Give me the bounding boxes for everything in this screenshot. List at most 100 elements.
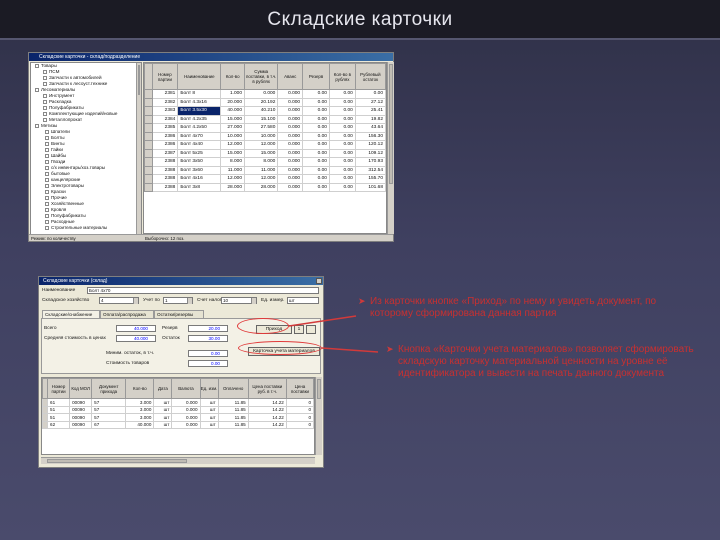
column-header[interactable]: Рублевый остаток [354,63,386,90]
table-row[interactable]: 2383 Болт 3.5х30 40.000 40.210 0.000 0.00 0.00… [144,106,386,116]
subaccount-select[interactable]: 10 [221,297,257,304]
last-field[interactable]: 0.00 [188,360,228,367]
expand-icon[interactable] [35,123,39,128]
row-marker[interactable] [144,114,153,124]
table-row[interactable]: 2382 Болт 4.3х16 20.000 20.192 0.000 0.00 0.00… [144,97,386,107]
row-marker[interactable] [144,106,153,116]
small-button-2[interactable] [306,325,316,334]
row-marker[interactable] [144,165,153,175]
row-marker[interactable] [144,89,153,99]
expand-icon[interactable] [45,171,49,176]
subdiv-select[interactable]: 4 [99,297,139,304]
expand-icon[interactable] [45,219,49,224]
table-row[interactable]: 2387 Болт 5х25 15.000 15.000 0.000 0.00 0.00 10… [144,148,386,158]
table-row[interactable]: 2385 Болт 4.2х50 27.000 27.580 0.000 0.00 0.00… [144,123,386,133]
expand-icon[interactable] [45,147,49,152]
expand-icon[interactable] [43,93,47,98]
table-row[interactable]: 2386 Болт 4х40 12.000 12.000 0.000 0.00 0.00 12… [144,140,386,150]
chevron-down-icon[interactable] [133,298,138,304]
column-header[interactable]: Документ прихода [91,378,127,399]
column-header[interactable]: Цена поставки руб. в т.ч. [247,378,287,399]
column-header[interactable]: Валюта [171,378,201,399]
unit-field[interactable]: шт [287,297,319,304]
column-header[interactable]: Наименование [177,63,222,90]
small-button[interactable]: 1 [294,325,304,334]
expand-icon[interactable] [35,63,39,68]
expand-icon[interactable] [35,87,39,92]
tab-balances[interactable]: Остатки/резервы [154,310,204,318]
chevron-down-icon[interactable] [187,298,192,304]
column-header[interactable]: Резерв [302,63,330,90]
expand-icon[interactable] [43,99,47,104]
category-tree[interactable]: Товары ПСМ Запчасти к автомобилей Запчасти … [30,62,142,236]
expand-icon[interactable] [45,189,49,194]
close-icon[interactable] [316,278,322,284]
row-marker[interactable] [144,131,153,141]
expand-icon[interactable] [45,225,49,230]
min-field[interactable]: 0.00 [188,350,228,357]
column-header[interactable]: Дата [153,378,173,399]
table-scrollbar[interactable] [387,62,394,234]
table-row[interactable]: 61 00090 57 3.000 шт 0.000 шт 11.85 14.22 0 [42,398,314,407]
table-row[interactable]: 2388 Болт 4х16 12.000 12.000 0.000 0.00 0.00 15… [144,174,386,184]
table-row[interactable]: 2384 Болт 4.2х35 15.000 15.100 0.000 0.00 0.00… [144,114,386,124]
table-row[interactable]: 62 00090 67 40.000 шт 0.000 шт 11.85 14.22 0 [42,420,314,429]
name-field[interactable]: Болт 4х70 [87,287,319,294]
sum-field[interactable]: 30.00 [188,335,228,342]
table-row[interactable]: 51 00090 57 3.000 шт 0.000 шт 11.85 14.22 0 [42,405,314,414]
column-header[interactable]: Код МОЛ [69,378,93,399]
horizontal-scrollbar[interactable] [41,457,315,464]
account-select[interactable]: 1 [163,297,193,304]
expand-icon[interactable] [45,195,49,200]
expand-icon[interactable] [45,159,49,164]
expand-icon[interactable] [43,69,47,74]
column-header[interactable]: Оплачено [217,378,249,399]
expand-icon[interactable] [45,135,49,140]
reserve-field[interactable]: 20.00 [188,325,228,332]
total-field[interactable]: 40.000 [116,325,156,332]
expand-icon[interactable] [43,111,47,116]
column-header[interactable]: Цена поставки [285,378,314,399]
row-marker[interactable] [144,174,153,184]
expand-icon[interactable] [45,165,49,170]
expand-icon[interactable] [45,201,49,206]
table-row[interactable]: 2381 Болт 8 1.000 0.000 0.000 0.00 0.00 0.00 [144,89,386,99]
table-row[interactable]: 2388 Болт 3х8 28.000 28.000 0.000 0.00 0.00 101… [144,182,386,192]
expand-icon[interactable] [45,183,49,188]
expand-icon[interactable] [43,81,47,86]
tree-scrollbar[interactable] [136,63,141,235]
expand-icon[interactable] [43,117,47,122]
avg-field[interactable]: 40.000 [116,335,156,342]
table-row[interactable]: 2388 Болт 3х60 11.000 11.000 0.000 0.00 0.00 31… [144,165,386,175]
row-marker[interactable] [144,140,153,150]
row-marker[interactable] [144,157,153,167]
expand-icon[interactable] [45,207,49,212]
table-row[interactable]: 2386 Болт 4х70 10.000 10.000 0.000 0.00 0.00 15… [144,131,386,141]
expand-icon[interactable] [45,141,49,146]
table-row[interactable]: 2388 Болт 3х50 8.000 8.000 0.000 0.00 0.00 170.… [144,157,386,167]
expand-icon[interactable] [43,105,47,110]
expand-icon[interactable] [45,153,49,158]
row-marker[interactable] [144,97,153,107]
table-row[interactable]: 51 00090 57 3.000 шт 0.000 шт 11.85 14.22 0 [42,413,314,422]
column-header[interactable]: Кол-во [220,63,246,90]
row-marker[interactable] [144,148,153,158]
column-header[interactable]: Аванс [277,63,304,90]
chevron-down-icon[interactable] [251,298,256,304]
column-header[interactable]: Номер партии [47,378,71,399]
column-header[interactable]: Кол-во [125,378,155,399]
expand-icon[interactable] [45,213,49,218]
column-header[interactable]: Сумма поставки, в т.ч. в рублях [244,63,279,90]
row-marker[interactable] [144,123,153,133]
tree-item[interactable]: Строительные материалы [31,225,141,231]
expand-icon[interactable] [43,75,47,80]
column-header[interactable]: Номер партии [151,63,179,90]
expand-icon[interactable] [45,177,49,182]
column-header[interactable]: Ед. изм. [199,378,219,399]
table-scrollbar[interactable] [315,377,322,455]
row-marker[interactable] [144,182,153,192]
tab-payment[interactable]: Оплата/распродажа [100,310,154,318]
tab-stock[interactable]: Складские/снабжение [42,310,100,318]
column-header[interactable]: Кол-во в рублях [328,63,356,90]
expand-icon[interactable] [45,129,49,134]
